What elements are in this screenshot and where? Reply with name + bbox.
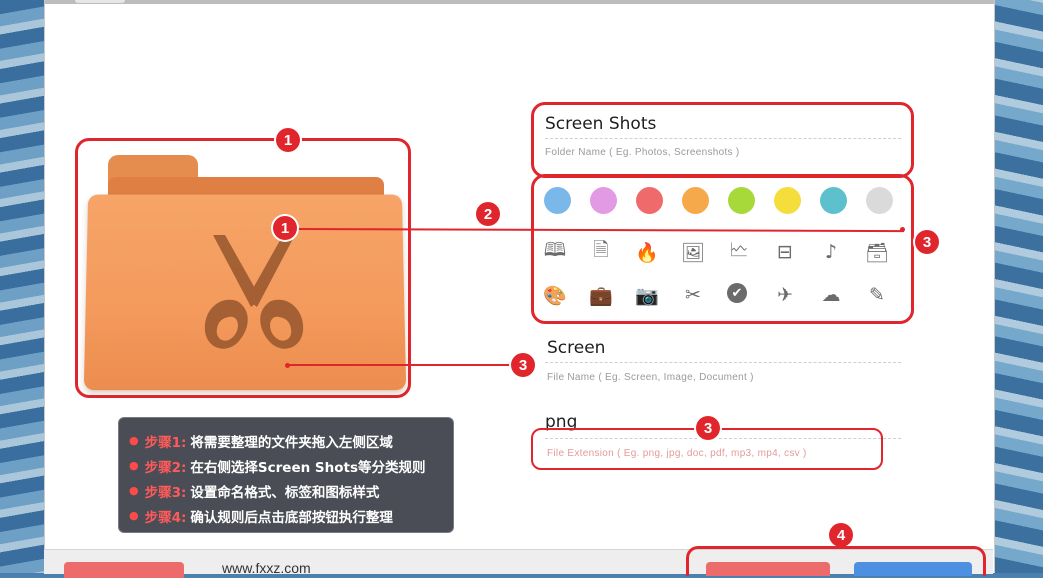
desktop-wallpaper-right bbox=[993, 0, 1043, 573]
flame-icon[interactable]: 🔥 bbox=[635, 240, 659, 264]
film-icon[interactable]: ⊟ bbox=[773, 240, 797, 264]
step-text: 设置命名格式、标签和图标样式 bbox=[190, 484, 380, 501]
footer-url[interactable]: www.fxxz.com bbox=[222, 560, 311, 576]
step-row: ● 步骤2: 在右侧选择Screen Shots等分类规则 bbox=[129, 453, 453, 478]
folder-icon[interactable] bbox=[83, 155, 407, 391]
color-swatch[interactable] bbox=[682, 187, 709, 214]
step-label: 步骤1: bbox=[144, 434, 187, 451]
book-icon[interactable]: 🕮 bbox=[543, 239, 567, 264]
step-text: 确认规则后点击底部按钮执行整理 bbox=[190, 509, 393, 526]
step-label: 步骤3: bbox=[144, 484, 187, 501]
palette-icon[interactable]: 🎨 bbox=[543, 283, 567, 307]
instructions-panel: ● 步骤1: 将需要整理的文件夹拖入左侧区域 ● 步骤2: 在右侧选择Screen Sho… bbox=[118, 417, 454, 533]
airplane-icon[interactable]: ✈ bbox=[773, 283, 797, 307]
color-swatch[interactable] bbox=[820, 187, 847, 214]
marker-3-right: 3 bbox=[915, 230, 939, 254]
marker-3-lower: 3 bbox=[511, 353, 535, 377]
briefcase-icon[interactable]: 💼 bbox=[589, 283, 613, 307]
bullet-icon: ● bbox=[129, 509, 139, 522]
callout-dot-1 bbox=[900, 227, 905, 232]
archive-icon[interactable]: 🗃 bbox=[865, 240, 889, 264]
color-picker bbox=[543, 187, 893, 215]
marker-3-extension: 3 bbox=[696, 416, 720, 440]
file-name-value[interactable]: Screen bbox=[547, 338, 605, 358]
step-label: 步骤4: bbox=[144, 509, 187, 526]
file-name-hint: File Name ( Eg. Screen, Image, Document … bbox=[547, 372, 754, 383]
checkmark-icon[interactable]: ✔ bbox=[727, 283, 747, 303]
bullet-icon: ● bbox=[129, 434, 139, 447]
music-note-icon[interactable]: ♪ bbox=[819, 240, 843, 264]
scissors-icon bbox=[204, 235, 304, 349]
marker-2: 2 bbox=[476, 202, 500, 226]
marker-4: 4 bbox=[829, 523, 853, 547]
document-icon[interactable]: 🗎 bbox=[589, 239, 613, 264]
scissors-icon[interactable]: ✂ bbox=[681, 283, 705, 307]
file-name-underline bbox=[545, 362, 901, 363]
color-swatch[interactable] bbox=[774, 187, 801, 214]
presentation-icon[interactable]: 🗠 bbox=[727, 239, 751, 264]
color-swatch[interactable] bbox=[590, 187, 617, 214]
color-swatch[interactable] bbox=[636, 187, 663, 214]
step-row: ● 步骤3: 设置命名格式、标签和图标样式 bbox=[129, 478, 453, 503]
callout-line-3 bbox=[288, 364, 512, 366]
color-swatch[interactable] bbox=[728, 187, 755, 214]
marker-1-top: 1 bbox=[276, 128, 300, 152]
picture-icon[interactable]: 🖼 bbox=[681, 240, 705, 264]
category-hint: Folder Name ( Eg. Photos, Screenshots ) bbox=[545, 147, 740, 158]
category-underline bbox=[545, 138, 901, 139]
action-buttons-highlight bbox=[686, 546, 986, 576]
callout-dot-3 bbox=[285, 363, 290, 368]
window-tab bbox=[75, 0, 125, 3]
category-name[interactable]: Screen Shots bbox=[545, 114, 656, 134]
extension-hint: File Extension ( Eg. png, jpg, doc, pdf,… bbox=[547, 448, 807, 459]
bullet-icon: ● bbox=[129, 459, 139, 472]
bullet-icon: ● bbox=[129, 484, 139, 497]
cloud-icon[interactable]: ☁ bbox=[819, 283, 843, 307]
title-bar bbox=[45, 0, 994, 4]
camera-icon[interactable]: 📷 bbox=[635, 283, 659, 307]
step-text: 在右侧选择Screen Shots等分类规则 bbox=[190, 459, 426, 476]
step-text: 将需要整理的文件夹拖入左侧区域 bbox=[190, 434, 393, 451]
color-swatch[interactable] bbox=[544, 187, 571, 214]
step-row: ● 步骤4: 确认规则后点击底部按钮执行整理 bbox=[129, 503, 453, 528]
marker-1-center: 1 bbox=[273, 216, 297, 240]
bottom-left-button[interactable] bbox=[64, 562, 184, 578]
step-label: 步骤2: bbox=[144, 459, 187, 476]
pencil-icon[interactable]: ✎ bbox=[865, 283, 889, 307]
color-swatch[interactable] bbox=[866, 187, 893, 214]
desktop-wallpaper-left bbox=[0, 0, 44, 573]
step-row: ● 步骤1: 将需要整理的文件夹拖入左侧区域 bbox=[129, 428, 453, 453]
